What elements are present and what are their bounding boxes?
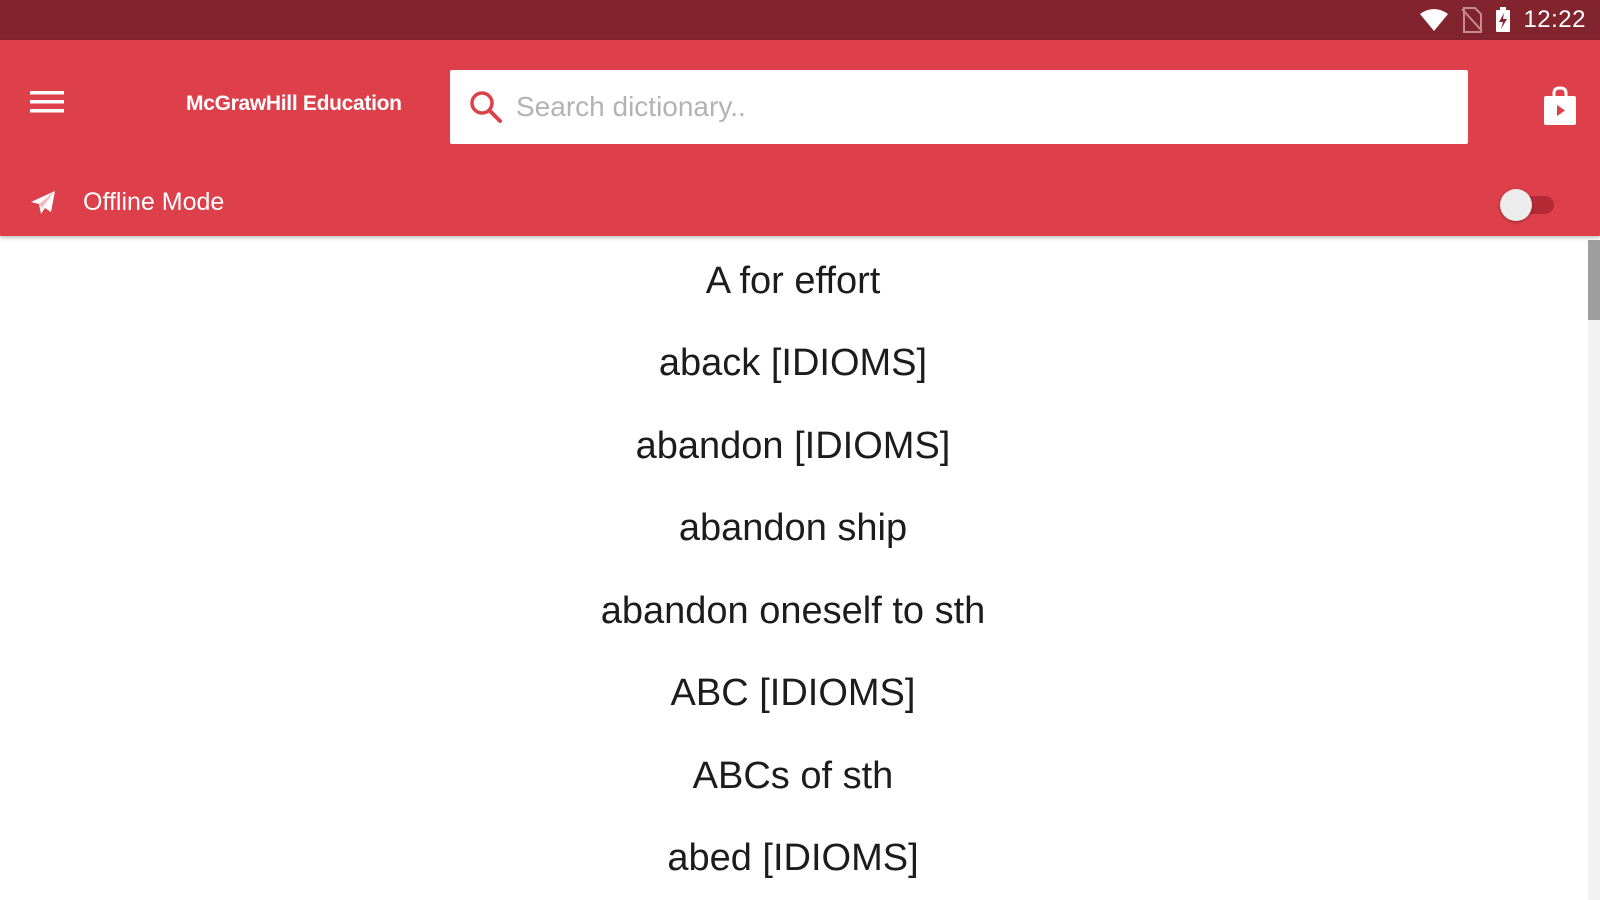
offline-mode-toggle[interactable]	[1500, 189, 1556, 221]
status-bar: 12:22	[0, 0, 1600, 40]
status-icons: 12:22	[1419, 0, 1586, 40]
offline-mode-label: Offline Mode	[83, 188, 225, 216]
brand-logo: McGrawHill Education	[186, 92, 402, 115]
search-input[interactable]	[516, 77, 1468, 137]
battery-charging-icon	[1495, 7, 1511, 33]
list-item[interactable]: abandon ship	[0, 488, 1586, 571]
list-item[interactable]: ABC [IDIOMS]	[0, 653, 1586, 736]
search-bar[interactable]	[450, 70, 1468, 144]
app-bar: McGrawHill Education Offline Mode	[0, 40, 1600, 236]
list-item[interactable]: abed [IDIOMS]	[0, 818, 1586, 900]
menu-button[interactable]	[22, 84, 72, 124]
airplane-icon	[28, 188, 58, 218]
no-sim-icon	[1461, 7, 1484, 33]
store-button[interactable]	[1538, 84, 1582, 132]
search-icon[interactable]	[468, 89, 504, 125]
list-item[interactable]: A for effort	[0, 240, 1586, 323]
dictionary-list: A for effort aback [IDIOMS] abandon [IDI…	[0, 240, 1586, 900]
list-item[interactable]: abandon [IDIOMS]	[0, 405, 1586, 488]
wifi-icon	[1419, 8, 1449, 32]
hamburger-menu-icon	[30, 89, 64, 120]
status-time: 12:22	[1523, 6, 1586, 33]
list-item[interactable]: ABCs of sth	[0, 735, 1586, 818]
scrollbar-thumb[interactable]	[1588, 240, 1600, 320]
store-bag-icon	[1543, 85, 1577, 131]
scrollbar[interactable]	[1588, 240, 1600, 900]
toggle-thumb	[1500, 189, 1532, 221]
offline-mode-row: Offline Mode	[0, 180, 1600, 228]
list-item[interactable]: aback [IDIOMS]	[0, 323, 1586, 406]
list-item[interactable]: abandon oneself to sth	[0, 570, 1586, 653]
